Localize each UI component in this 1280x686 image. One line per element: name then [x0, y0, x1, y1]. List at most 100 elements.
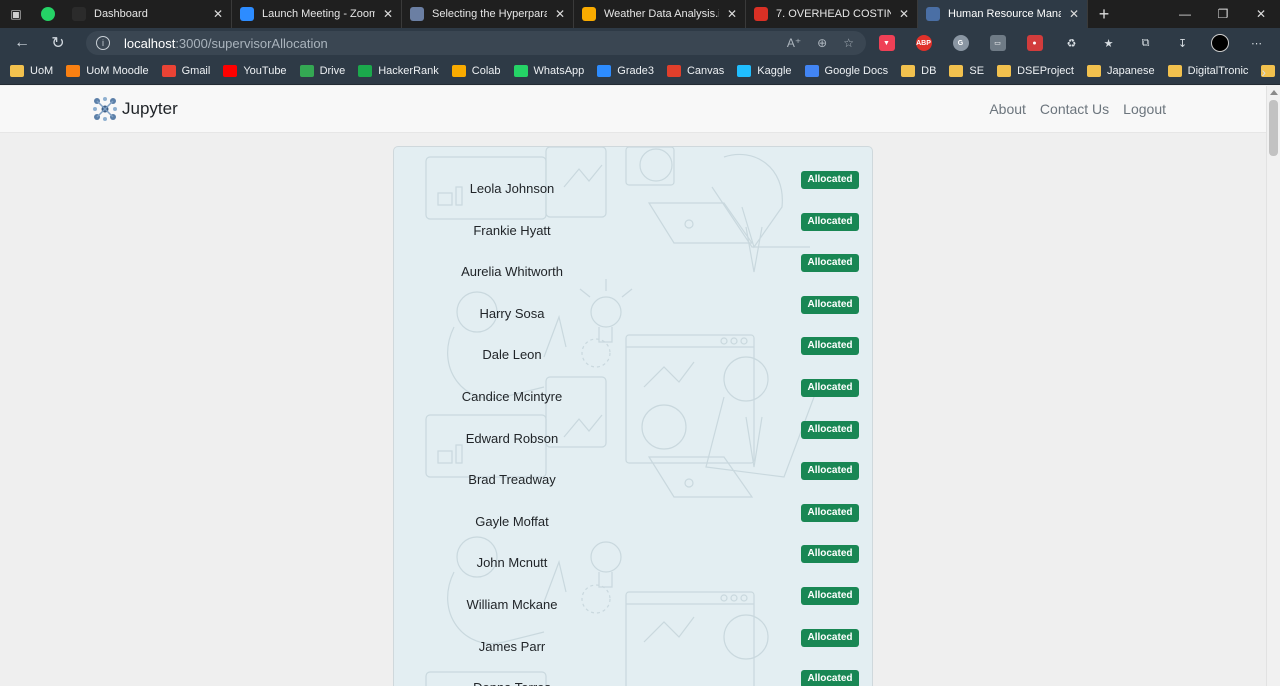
nav-about-link[interactable]: About — [989, 101, 1026, 117]
bookmark-uom[interactable]: UoM — [10, 65, 53, 77]
bookmark-label: Canvas — [686, 65, 725, 77]
drive-icon — [299, 65, 314, 77]
browser-tab[interactable]: Selecting the Hyperparam ✕ — [402, 0, 574, 28]
close-tab-icon[interactable]: ✕ — [899, 7, 909, 21]
page-scrollbar[interactable] — [1266, 86, 1280, 686]
bookmark-db[interactable]: DB — [901, 65, 936, 77]
bookmarks-bar: UoM UoM Moodle Gmail YouTube Drive HackerRank… — [0, 58, 1280, 85]
bookmark-digitaltronic[interactable]: DigitalTronic — [1167, 65, 1248, 77]
tab-title: Dashboard — [94, 8, 148, 20]
employee-name: William Mckane — [466, 597, 558, 612]
employee-name: Brad Treadway — [468, 472, 556, 488]
bookmark-label: Japanese — [1106, 65, 1155, 77]
allocated-status-badge: Allocated — [801, 462, 859, 481]
browser-tab[interactable]: 7. OVERHEAD COSTING AI ✕ — [746, 0, 918, 28]
allocated-status-badge: Allocated — [801, 379, 859, 397]
bookmark-dseproject[interactable]: DSEProject — [997, 65, 1074, 77]
browser-tab[interactable]: Launch Meeting - Zoom ✕ — [232, 0, 402, 28]
add-favorite-icon[interactable]: ☆ — [843, 36, 854, 50]
tab-title: Selecting the Hyperparam — [432, 8, 547, 20]
allocated-status-badge: Allocated — [801, 587, 859, 605]
pdf-favicon-icon — [754, 7, 768, 21]
bookmark-label: Kaggle — [757, 65, 792, 77]
close-tab-icon[interactable]: ✕ — [727, 7, 737, 21]
copy-extension-icon[interactable]: ▭ — [979, 28, 1016, 58]
downloads-icon[interactable]: ↧ — [1164, 28, 1201, 58]
bookmark-whatsapp[interactable]: WhatsApp — [513, 65, 585, 77]
extension-icon[interactable]: ● — [1016, 28, 1053, 58]
extensions-puzzle-icon[interactable]: ♻ — [1053, 28, 1090, 58]
bookmark-se[interactable]: SE — [949, 65, 984, 77]
close-tab-icon[interactable]: ✕ — [555, 7, 565, 21]
close-tab-icon[interactable]: ✕ — [213, 7, 223, 21]
bookmark-japanese[interactable]: Japanese — [1086, 65, 1155, 77]
whatsapp-icon — [513, 65, 528, 77]
employee-name: Edward Robson — [465, 430, 559, 446]
employee-name: Candice Mcintyre — [461, 389, 563, 404]
brand-link[interactable]: Jupyter — [92, 96, 178, 122]
close-tab-icon[interactable]: ✕ — [383, 7, 393, 21]
favorites-icon[interactable]: ★ — [1090, 28, 1127, 58]
allocation-row: Donna Torres Allocated — [394, 147, 872, 686]
read-aloud-icon[interactable]: A⁺ — [787, 36, 801, 50]
address-bar[interactable]: i localhost:3000/supervisorAllocation A⁺… — [86, 31, 866, 55]
nav-logout-link[interactable]: Logout — [1123, 101, 1166, 117]
bookmark-hackerrank[interactable]: HackerRank — [358, 65, 439, 77]
docs-icon — [804, 65, 819, 77]
bookmark-label: WhatsApp — [533, 65, 585, 77]
bookmark-label: SE — [969, 65, 985, 77]
bookmark-label: DB — [921, 65, 937, 77]
bookmark-grade3[interactable]: Grade3 — [597, 65, 654, 77]
zoom-icon[interactable]: ⊕ — [817, 36, 827, 50]
more-menu-icon[interactable]: ⋯ — [1238, 28, 1275, 58]
close-tab-icon[interactable]: ✕ — [1069, 7, 1079, 21]
browser-tab[interactable]: Weather Data Analysis.ipy ✕ — [574, 0, 746, 28]
allocated-status-badge: Allocated — [801, 295, 859, 314]
collections-icon[interactable]: ⧉ — [1127, 28, 1164, 58]
zoom-favicon-icon — [240, 7, 254, 21]
close-window-icon[interactable]: ✕ — [1242, 0, 1280, 28]
scroll-up-arrow-icon[interactable] — [1270, 90, 1278, 95]
kaggle-icon — [737, 65, 752, 77]
bookmark-canvas[interactable]: Canvas — [666, 65, 725, 77]
profile-avatar-icon[interactable] — [1201, 28, 1238, 58]
bookmark-uom-moodle[interactable]: UoM Moodle — [66, 65, 149, 77]
adblock-extension-icon[interactable]: ABP — [905, 28, 942, 58]
bookmark-kaggle[interactable]: Kaggle — [737, 65, 792, 77]
url-host: localhost — [124, 35, 176, 51]
jupyter-logo-icon — [93, 97, 117, 121]
allocated-status-badge: Allocated — [801, 171, 859, 189]
tab-title: Launch Meeting - Zoom — [262, 8, 375, 20]
browser-tab[interactable]: Dashboard ✕ — [64, 0, 232, 28]
grammarly-extension-icon[interactable]: G — [942, 28, 979, 58]
brand-name: Jupyter — [122, 99, 178, 118]
nav-contact-link[interactable]: Contact Us — [1040, 101, 1109, 117]
back-arrow-icon[interactable]: ← — [4, 28, 40, 58]
tab-actions-icon[interactable]: ▣ — [0, 0, 32, 28]
browser-tab-active[interactable]: Human Resource Manage ✕ — [918, 0, 1088, 28]
bookmarks-overflow-icon[interactable]: › — [1261, 58, 1266, 85]
colab-favicon-icon — [582, 7, 596, 21]
site-info-icon[interactable]: i — [96, 36, 110, 50]
bookmark-label: Grade3 — [617, 65, 654, 77]
allocated-status-badge: Allocated — [801, 670, 859, 686]
bookmark-colab[interactable]: Colab — [451, 65, 501, 77]
web-page: Jupyter About Contact Us Logout Leola Jo… — [0, 86, 1266, 686]
bookmark-youtube[interactable]: YouTube — [223, 65, 287, 77]
bookmark-label: DSEProject — [1017, 65, 1074, 77]
scroll-thumb[interactable] — [1269, 100, 1278, 156]
bookmark-drive[interactable]: Drive — [299, 65, 345, 77]
bookmark-gmail[interactable]: Gmail — [161, 65, 210, 77]
refresh-icon[interactable]: ↻ — [40, 28, 76, 58]
minimize-icon[interactable]: — — [1166, 0, 1204, 28]
zoom-icon — [597, 65, 612, 77]
pocket-extension-icon[interactable]: ▼ — [868, 28, 905, 58]
restore-icon[interactable]: ❐ — [1204, 0, 1242, 28]
bookmark-label: UoM Moodle — [86, 65, 149, 77]
bookmark-google-docs[interactable]: Google Docs — [804, 65, 888, 77]
employee-name: Gayle Moffat — [475, 513, 549, 529]
tab-title: Weather Data Analysis.ipy — [604, 8, 719, 20]
whatsapp-pinned-tab-icon[interactable] — [32, 0, 64, 28]
employee-name: Frankie Hyatt — [473, 222, 551, 238]
new-tab-button[interactable]: + — [1088, 0, 1120, 28]
